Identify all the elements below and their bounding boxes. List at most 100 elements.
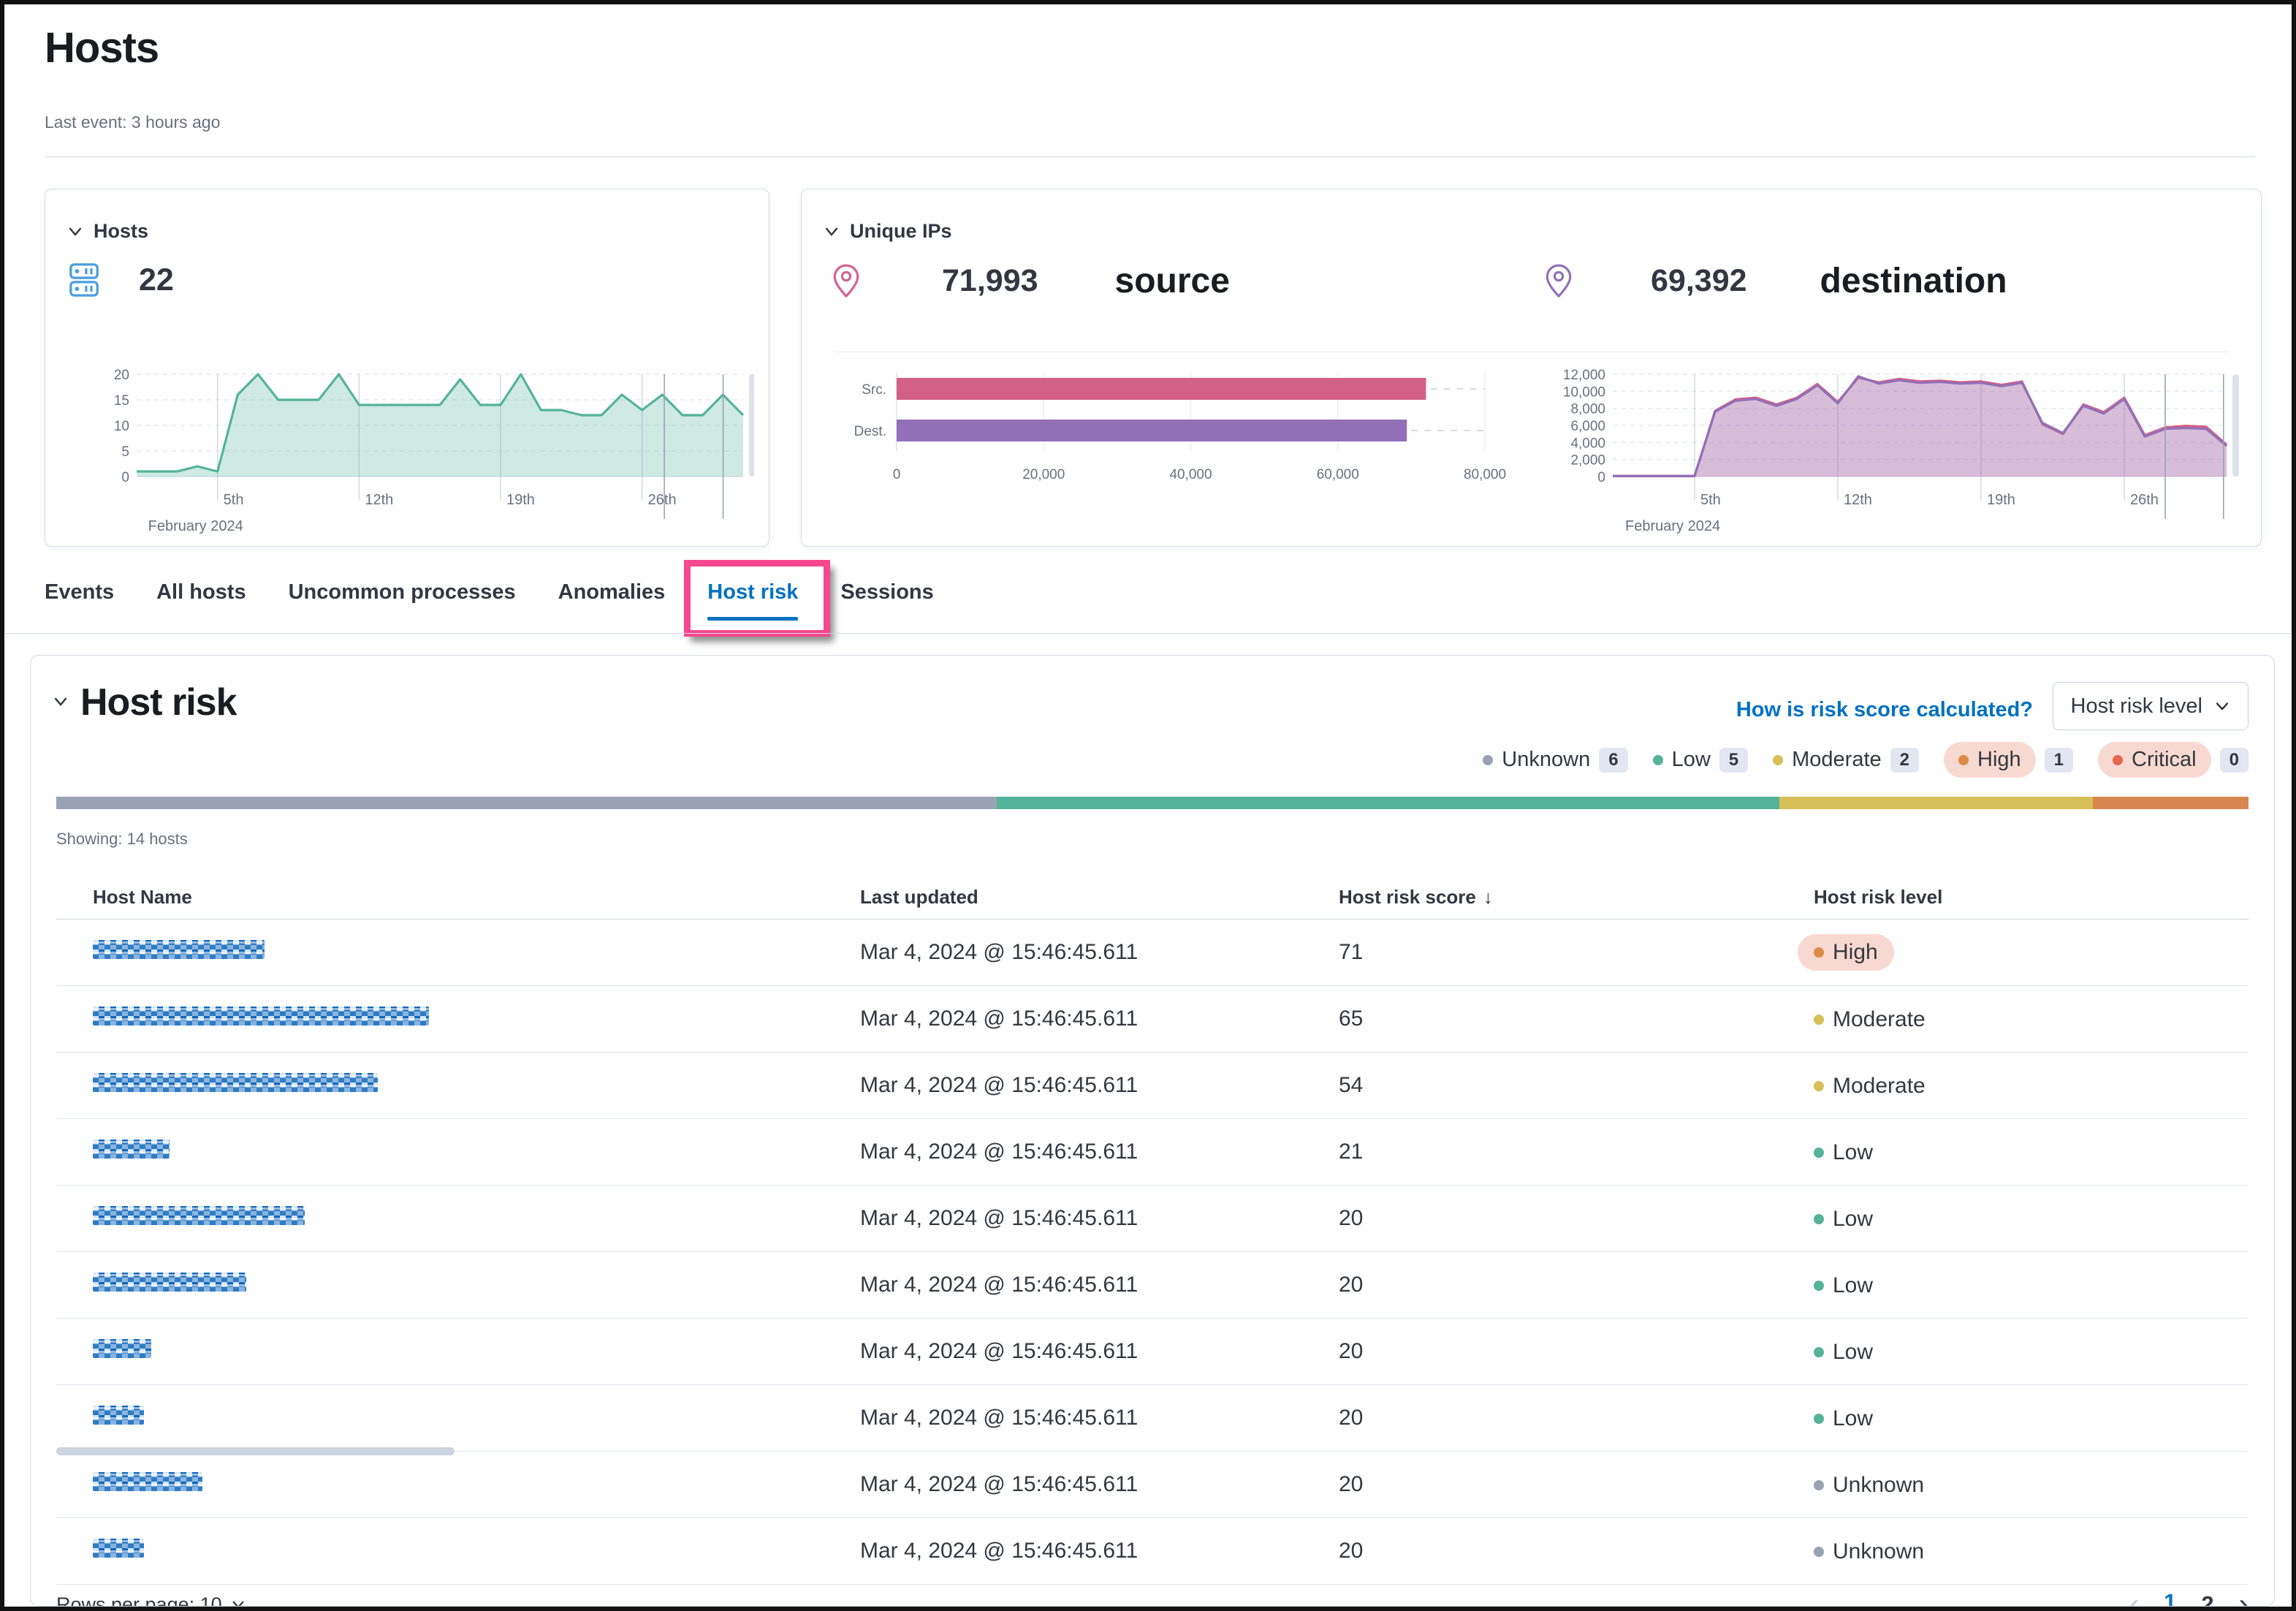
legend-item-critical: Critical 0 xyxy=(2098,742,2249,778)
hosts-tab-bar: Events All hosts Uncommon processes Anom… xyxy=(45,580,934,621)
column-header-host-risk-level[interactable]: Host risk level xyxy=(1814,886,2249,909)
svg-text:40,000: 40,000 xyxy=(1169,467,1212,482)
svg-text:10: 10 xyxy=(114,419,129,434)
svg-text:4,000: 4,000 xyxy=(1570,436,1605,451)
storage-server-icon xyxy=(67,261,101,299)
tab-all-hosts[interactable]: All hosts xyxy=(156,580,246,621)
table-row: Mar 4, 2024 @ 15:46:45.61120Low xyxy=(56,1186,2249,1252)
low-count-badge: 5 xyxy=(1719,748,1748,773)
tab-uncommon-processes[interactable]: Uncommon processes xyxy=(289,580,516,621)
collapse-chevron-icon[interactable] xyxy=(67,224,83,240)
tab-events[interactable]: Events xyxy=(45,580,114,621)
host-name-link[interactable] xyxy=(93,1073,378,1092)
low-dot-icon xyxy=(1814,1347,1824,1357)
hosts-area-chart: 051015205th12th19th26thFebruary 2024 xyxy=(60,367,754,539)
critical-count-badge: 0 xyxy=(2220,748,2249,773)
distribution-segment-unknown xyxy=(56,797,997,809)
page-1-button[interactable]: 1 xyxy=(2164,1589,2176,1607)
rows-per-page-button[interactable]: Rows per page: 10 xyxy=(56,1593,246,1607)
table-row: Mar 4, 2024 @ 15:46:45.61165Moderate xyxy=(56,986,2249,1053)
last-updated-cell: Mar 4, 2024 @ 15:46:45.611 xyxy=(860,940,1339,965)
host-risk-score-cell: 20 xyxy=(1339,1406,1814,1430)
legend-item-low: Low 5 xyxy=(1653,748,1749,773)
host-risk-score-cell: 54 xyxy=(1339,1073,1814,1098)
svg-text:8,000: 8,000 xyxy=(1570,402,1605,417)
high-dot-icon xyxy=(1814,947,1824,958)
previous-page-button[interactable]: ‹ xyxy=(2129,1593,2139,1607)
host-risk-level-cell: Low xyxy=(1814,1405,2249,1431)
column-header-host-name[interactable]: Host Name xyxy=(93,886,860,909)
host-name-link[interactable] xyxy=(93,1472,202,1491)
host-name-link[interactable] xyxy=(93,1007,429,1026)
svg-text:Dest.: Dest. xyxy=(854,424,886,439)
svg-text:80,000: 80,000 xyxy=(1464,467,1506,482)
host-name-link[interactable] xyxy=(93,1406,144,1425)
collapse-chevron-icon[interactable] xyxy=(824,224,840,240)
unknown-dot-icon xyxy=(1814,1480,1824,1490)
host-name-link[interactable] xyxy=(93,1339,151,1358)
host-name-link[interactable] xyxy=(93,1206,305,1225)
last-updated-cell: Mar 4, 2024 @ 15:46:45.611 xyxy=(860,1406,1339,1430)
last-updated-cell: Mar 4, 2024 @ 15:46:45.611 xyxy=(860,1073,1339,1098)
svg-text:26th: 26th xyxy=(2130,492,2159,508)
svg-text:0: 0 xyxy=(1597,470,1605,485)
destination-label: destination xyxy=(1820,261,2007,301)
last-updated-cell: Mar 4, 2024 @ 15:46:45.611 xyxy=(860,1339,1339,1364)
host-name-link[interactable] xyxy=(93,1273,246,1292)
last-updated-cell: Mar 4, 2024 @ 15:46:45.611 xyxy=(860,1273,1339,1297)
svg-text:0: 0 xyxy=(893,467,901,482)
distribution-segment-high xyxy=(2093,797,2249,809)
next-page-button[interactable]: › xyxy=(2239,1593,2249,1607)
page-2-button[interactable]: 2 xyxy=(2201,1591,2213,1607)
showing-hosts-count: Showing: 14 hosts xyxy=(56,830,188,849)
host-name-link[interactable] xyxy=(93,1140,170,1159)
table-header-row: Host Name Last updated Host risk score↓ … xyxy=(56,875,2249,920)
low-dot-icon xyxy=(1653,755,1663,765)
moderate-dot-icon xyxy=(1814,1081,1824,1091)
column-header-host-risk-score[interactable]: Host risk score↓ xyxy=(1339,886,1814,909)
risk-score-help-link[interactable]: How is risk score calculated? xyxy=(1736,698,2033,722)
host-risk-score-cell: 20 xyxy=(1339,1206,1814,1231)
column-header-last-updated[interactable]: Last updated xyxy=(860,886,1339,909)
last-updated-cell: Mar 4, 2024 @ 15:46:45.611 xyxy=(860,1472,1339,1497)
hosts-count: 22 xyxy=(139,262,174,298)
host-name-link[interactable] xyxy=(93,940,265,959)
last-event-text: Last event: 3 hours ago xyxy=(45,113,220,132)
host-risk-title: Host risk xyxy=(80,681,237,724)
moderate-dot-icon xyxy=(1814,1015,1824,1025)
svg-text:20: 20 xyxy=(114,368,129,383)
unique-ips-area-chart: 02,0004,0006,0008,00010,00012,0005th12th… xyxy=(1532,367,2256,539)
table-footer: Rows per page: 10 ‹ 1 2 › xyxy=(56,1578,2249,1607)
host-risk-level-cell: Unknown xyxy=(1814,1471,2249,1498)
distribution-segment-moderate xyxy=(1779,797,2093,809)
collapse-chevron-icon[interactable] xyxy=(53,694,69,710)
distribution-segment-low xyxy=(997,797,1779,809)
host-name-link[interactable] xyxy=(93,1539,144,1558)
page-title: Hosts xyxy=(45,23,159,72)
tab-host-risk[interactable]: Host risk xyxy=(707,580,798,621)
unknown-count-badge: 6 xyxy=(1599,748,1627,773)
sort-descending-icon: ↓ xyxy=(1483,886,1493,908)
host-risk-table: Host Name Last updated Host risk score↓ … xyxy=(56,875,2249,1585)
table-row: Mar 4, 2024 @ 15:46:45.61120Low xyxy=(56,1385,2249,1452)
hosts-panel-title: Hosts xyxy=(94,220,148,243)
active-tab-underline xyxy=(707,617,798,621)
source-pin-icon xyxy=(831,263,862,300)
chevron-down-icon xyxy=(2214,698,2230,714)
svg-text:5th: 5th xyxy=(224,492,244,508)
table-row: Mar 4, 2024 @ 15:46:45.61121Low xyxy=(56,1119,2249,1186)
host-risk-level-cell: Low xyxy=(1814,1139,2249,1165)
unique-ips-bar-chart: 020,00040,00060,00080,000Src.Dest. xyxy=(824,367,1518,491)
moderate-dot-icon xyxy=(1773,755,1783,765)
hosts-kpi-panel: Hosts 22 051015205th12th19th26thFebruary… xyxy=(45,189,769,547)
tab-sessions[interactable]: Sessions xyxy=(840,580,933,621)
unique-ips-kpi-panel: Unique IPs 71,993 source 69,392 destinat… xyxy=(801,189,2262,547)
last-updated-cell: Mar 4, 2024 @ 15:46:45.611 xyxy=(860,1140,1339,1164)
host-risk-level-filter-button[interactable]: Host risk level xyxy=(2053,682,2249,730)
host-risk-level-cell: Low xyxy=(1814,1272,2249,1298)
tab-anomalies[interactable]: Anomalies xyxy=(558,580,666,621)
host-risk-table-body: Mar 4, 2024 @ 15:46:45.61171HighMar 4, 2… xyxy=(56,920,2249,1585)
legend-item-moderate: Moderate 2 xyxy=(1773,748,1919,773)
source-label: source xyxy=(1115,261,1230,301)
host-risk-score-cell: 20 xyxy=(1339,1273,1814,1297)
